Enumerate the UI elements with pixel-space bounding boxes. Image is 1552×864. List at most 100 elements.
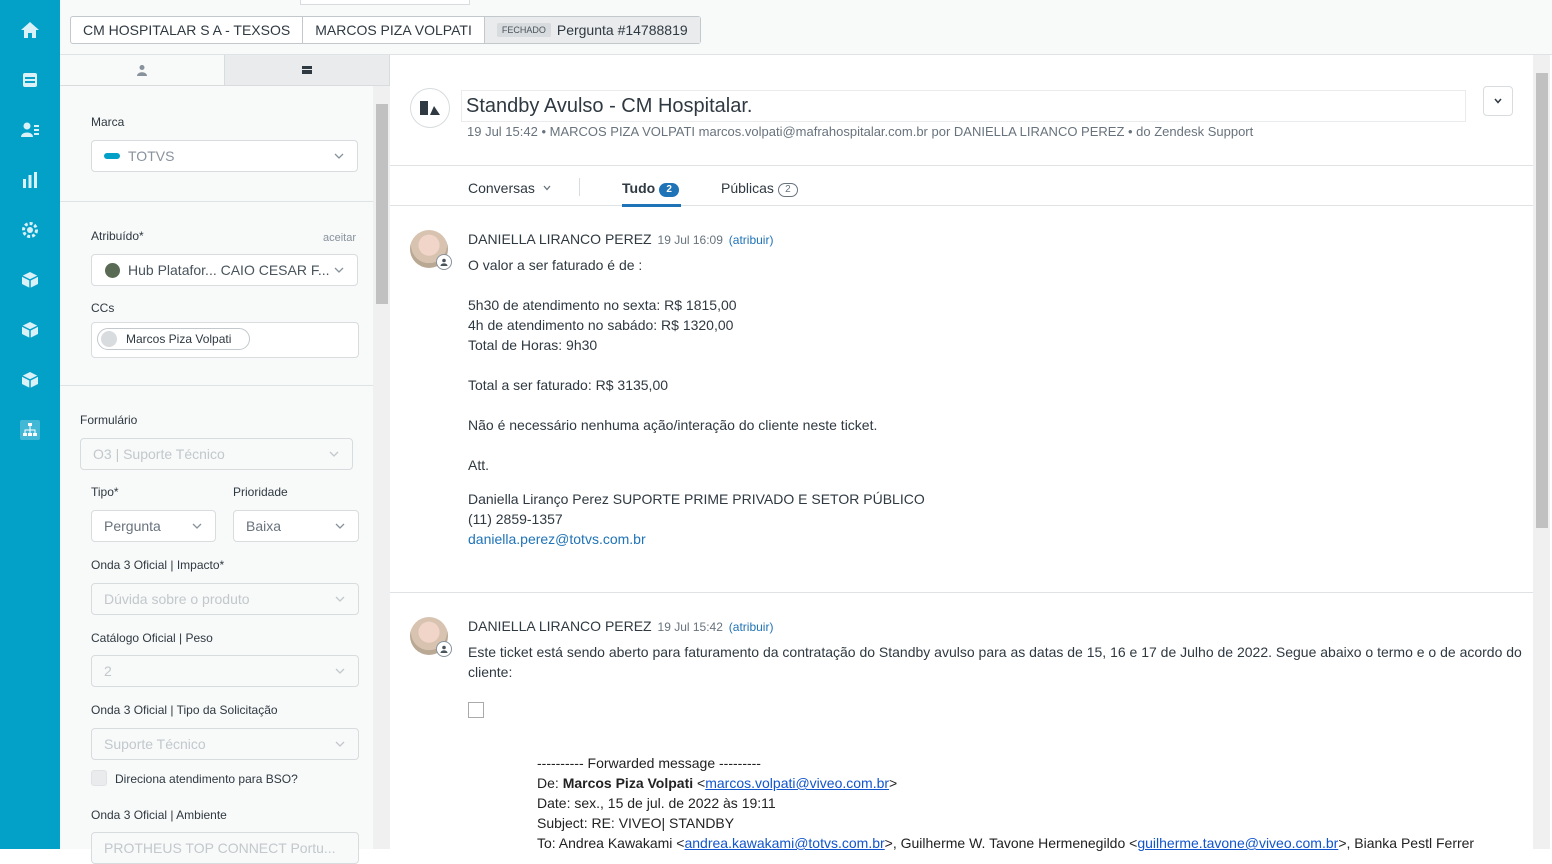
zendesk-logo-icon xyxy=(410,88,450,128)
panel-scrollbar[interactable] xyxy=(373,86,390,849)
form-select[interactable]: O3 | Suporte Técnico xyxy=(80,438,353,470)
chevron-down-icon xyxy=(1494,98,1502,104)
assign-link[interactable]: (atribuir) xyxy=(729,233,774,247)
group-avatar xyxy=(105,263,120,278)
avatar[interactable] xyxy=(410,230,452,270)
tab-public[interactable]: Públicas 2 xyxy=(721,180,798,197)
bso-checkbox[interactable] xyxy=(91,770,107,786)
status-badge: FECHADO xyxy=(496,23,551,37)
priority-select[interactable]: Baixa xyxy=(233,510,359,542)
comment-timestamp: 19 Jul 15:42 xyxy=(657,620,723,634)
app-box-icon[interactable] xyxy=(18,318,42,342)
org-chart-icon[interactable] xyxy=(18,418,42,442)
chevron-down-icon xyxy=(192,523,202,529)
active-tab-indicator xyxy=(622,204,681,207)
catalog-label: Catálogo Oficial | Peso xyxy=(91,631,213,645)
ticket-subject[interactable]: Standby Avulso - CM Hospitalar. xyxy=(461,90,1466,122)
environment-label: Onda 3 Oficial | Ambiente xyxy=(91,808,227,822)
conversations-dropdown[interactable]: Conversas xyxy=(468,180,552,196)
user-icon xyxy=(137,65,147,76)
panel-tabs xyxy=(60,55,390,86)
section-divider xyxy=(60,385,373,386)
reporting-icon[interactable] xyxy=(18,168,42,192)
email-link[interactable]: daniella.perez@totvs.com.br xyxy=(468,531,646,547)
comment-text: Daniella Liranço Perez SUPORTE PRIME PRI… xyxy=(468,491,925,507)
comment-text: Não é necessário nenhuma ação/interação … xyxy=(468,417,878,433)
customers-icon[interactable] xyxy=(18,118,42,142)
app-box-icon[interactable] xyxy=(18,368,42,392)
nav-rail xyxy=(0,0,60,849)
assign-link[interactable]: (atribuir) xyxy=(729,620,774,634)
ticket-title: Pergunta #14788819 xyxy=(556,22,688,38)
agent-badge-icon xyxy=(436,641,452,657)
settings-gear-icon[interactable] xyxy=(18,218,42,242)
views-icon[interactable] xyxy=(18,68,42,92)
bso-label: Direciona atendimento para BSO? xyxy=(115,772,298,786)
ticket-meta: 19 Jul 15:42 • MARCOS PIZA VOLPATI marco… xyxy=(467,124,1254,139)
breadcrumb: CM HOSPITALAR S A - TEXSOS MARCOS PIZA V… xyxy=(70,16,701,44)
type-select[interactable]: Pergunta xyxy=(91,510,216,542)
email-link[interactable]: marcos.volpati@viveo.com.br xyxy=(705,775,889,791)
assignee-label: Atribuído* xyxy=(91,229,144,243)
active-tab-marker xyxy=(300,0,470,5)
avatar[interactable] xyxy=(410,617,452,657)
comment-timestamp: 19 Jul 16:09 xyxy=(657,233,723,247)
comment-author: DANIELLA LIRANCO PEREZ 19 Jul 15:42 (atr… xyxy=(468,618,774,634)
comment-text: O valor a ser faturado é de : xyxy=(468,257,643,273)
breadcrumb-organization[interactable]: CM HOSPITALAR S A - TEXSOS xyxy=(71,17,304,43)
breadcrumb-requester[interactable]: MARCOS PIZA VOLPATI xyxy=(303,17,485,43)
chevron-down-icon xyxy=(335,741,345,747)
chevron-down-icon xyxy=(329,451,339,457)
forward-date: Date: sex., 15 de jul. de 2022 às 19:11 xyxy=(537,795,776,811)
comment-text: 4h de atendimento no sabádo: R$ 1320,00 xyxy=(468,317,734,333)
ccs-input[interactable]: Marcos Piza Volpati xyxy=(91,322,359,358)
impact-select[interactable]: Dúvida sobre o produto xyxy=(91,583,359,615)
take-it-link[interactable]: aceitar xyxy=(323,232,356,244)
comment-text: cliente: xyxy=(468,664,513,680)
type-label: Tipo* xyxy=(91,485,119,499)
chevron-down-icon xyxy=(335,523,345,529)
forward-subject: Subject: RE: VIVEO| STANDBY xyxy=(537,815,735,831)
request-type-select[interactable]: Suporte Técnico xyxy=(91,728,359,760)
main-scrollbar[interactable] xyxy=(1533,55,1550,849)
ccs-label: CCs xyxy=(91,301,115,315)
ticket-main: Standby Avulso - CM Hospitalar. 19 Jul 1… xyxy=(390,55,1552,851)
ticket-options-button[interactable] xyxy=(1483,86,1513,116)
catalog-select[interactable]: 2 xyxy=(91,655,359,687)
priority-label: Prioridade xyxy=(233,485,288,499)
app-box-icon[interactable] xyxy=(18,268,42,292)
assignee-select[interactable]: Hub Platafor... CAIO CESAR F... xyxy=(91,254,358,286)
properties-icon xyxy=(302,66,312,74)
tab-all[interactable]: Tudo 2 xyxy=(622,180,680,197)
form-label: Formulário xyxy=(80,413,138,427)
brand-select[interactable]: TOTVS xyxy=(91,140,358,172)
brand-label: Marca xyxy=(91,115,125,129)
comment-text: 5h30 de atendimento no sexta: R$ 1815,00 xyxy=(468,297,737,313)
chevron-down-icon xyxy=(335,668,345,674)
comment-divider xyxy=(390,592,1533,593)
ticket-properties-panel: Marca TOTVS Atribuído* aceitar Hub Plata… xyxy=(60,55,390,864)
totvs-logo-icon xyxy=(104,153,120,159)
breadcrumb-ticket[interactable]: FECHADO Pergunta #14788819 xyxy=(484,17,700,43)
forward-header: ---------- Forwarded message --------- xyxy=(537,755,761,771)
comment-text: Total de Horas: 9h30 xyxy=(468,337,598,353)
comment-text: Este ticket está sendo aberto para fatur… xyxy=(468,644,1522,660)
section-divider xyxy=(60,201,373,202)
chevron-down-icon xyxy=(543,185,551,191)
comment-text: Total a ser faturado: R$ 3135,00 xyxy=(468,377,669,393)
environment-select[interactable]: PROTHEUS TOP CONNECT Portu... xyxy=(91,832,359,864)
comment-text: Att. xyxy=(468,457,490,473)
impact-label: Onda 3 Oficial | Impacto* xyxy=(91,558,225,572)
comment-text: (11) 2859-1357 xyxy=(468,511,563,527)
chevron-down-icon xyxy=(335,596,345,602)
broken-image-icon xyxy=(468,702,484,718)
tab-properties[interactable] xyxy=(225,55,390,85)
count-badge: 2 xyxy=(777,183,798,197)
agent-badge-icon xyxy=(436,254,452,270)
tab-user[interactable] xyxy=(60,55,225,85)
ticket-tab-bar: CM HOSPITALAR S A - TEXSOS MARCOS PIZA V… xyxy=(60,0,1552,55)
avatar xyxy=(101,331,117,347)
count-badge: 2 xyxy=(659,183,680,197)
home-icon[interactable] xyxy=(18,18,42,42)
cc-person-tag[interactable]: Marcos Piza Volpati xyxy=(97,328,251,350)
